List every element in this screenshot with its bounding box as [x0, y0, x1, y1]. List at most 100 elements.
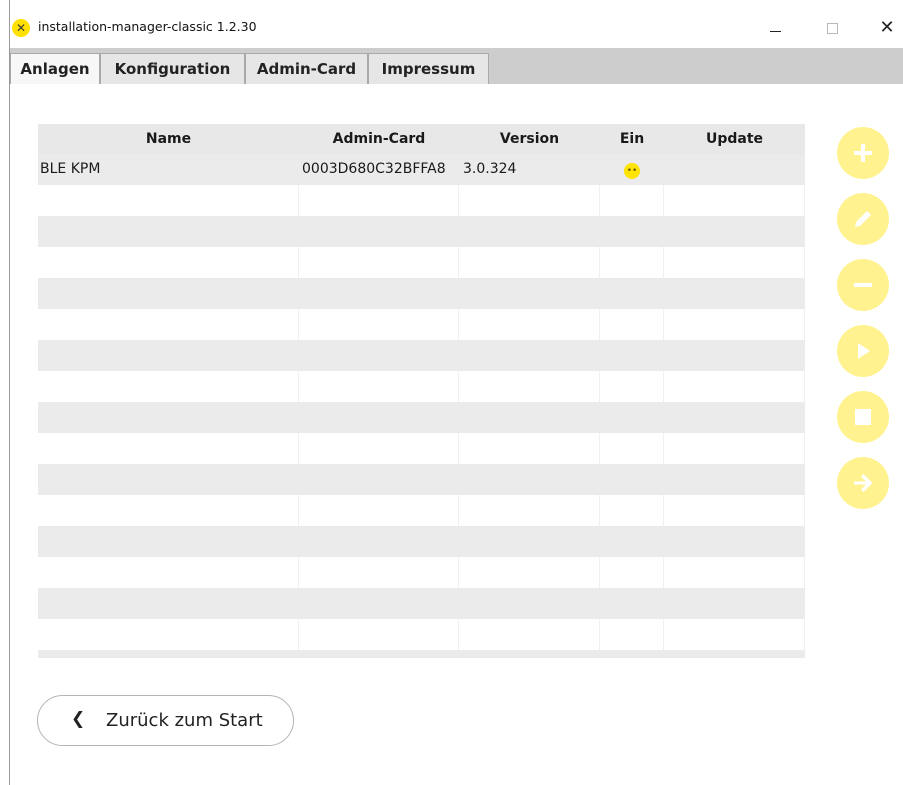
- table-cell-empty: [38, 433, 299, 464]
- minimize-button[interactable]: [754, 14, 798, 42]
- table-cell-empty: [664, 588, 805, 619]
- table-cell-empty: [299, 495, 459, 526]
- table-cell-empty: [459, 402, 600, 433]
- table-cell-empty: [38, 557, 299, 588]
- table-row-empty: [38, 433, 805, 464]
- start-button[interactable]: [837, 325, 889, 377]
- tab-konfiguration[interactable]: Konfiguration: [100, 53, 245, 84]
- table-cell-empty: [600, 650, 664, 658]
- table-cell-empty: [299, 216, 459, 247]
- edit-button[interactable]: [837, 193, 889, 245]
- back-to-start-button[interactable]: ❮ Zurück zum Start: [37, 695, 294, 746]
- table-cell-empty: [600, 433, 664, 464]
- table-cell-empty: [299, 588, 459, 619]
- table-cell-empty: [664, 216, 805, 247]
- table-row[interactable]: BLE KPM 0003D680C32BFFA8 3.0.324 ••: [38, 154, 805, 185]
- arrow-right-icon: [854, 474, 873, 492]
- table-cell-empty: [664, 464, 805, 495]
- cell-ein: ••: [600, 154, 664, 185]
- table-cell-empty: [299, 371, 459, 402]
- chevron-left-icon: ❮: [71, 709, 86, 729]
- stop-icon: [855, 409, 871, 425]
- table-cell-empty: [664, 402, 805, 433]
- table-cell-empty: [38, 619, 299, 650]
- pencil-icon: [855, 211, 871, 227]
- table-cell-empty: [38, 340, 299, 371]
- table-cell-empty: [600, 557, 664, 588]
- action-buttons: [837, 127, 889, 527]
- remove-button[interactable]: [837, 259, 889, 311]
- table-cell-empty: [459, 185, 600, 216]
- table-row-empty: [38, 309, 805, 340]
- table-cell-empty: [459, 340, 600, 371]
- table-cell-empty: [600, 340, 664, 371]
- column-header-version[interactable]: Version: [459, 124, 600, 154]
- table-row-empty: [38, 278, 805, 309]
- table-row-empty: [38, 185, 805, 216]
- table-cell-empty: [600, 402, 664, 433]
- table-cell-empty: [459, 278, 600, 309]
- forward-button[interactable]: [837, 457, 889, 509]
- table-cell-empty: [664, 650, 805, 658]
- table-cell-empty: [664, 526, 805, 557]
- table-cell-empty: [459, 495, 600, 526]
- table-cell-empty: [664, 371, 805, 402]
- column-header-update[interactable]: Update: [664, 124, 805, 154]
- table-cell-empty: [600, 526, 664, 557]
- table-row-empty: [38, 402, 805, 433]
- table-cell-empty: [299, 650, 459, 658]
- table-cell-empty: [38, 402, 299, 433]
- stop-button[interactable]: [837, 391, 889, 443]
- table-cell-empty: [38, 650, 299, 658]
- table-row-empty: [38, 340, 805, 371]
- table-cell-empty: [38, 495, 299, 526]
- maximize-button[interactable]: [810, 14, 854, 42]
- play-icon: [858, 343, 870, 359]
- column-header-ein[interactable]: Ein: [600, 124, 664, 154]
- close-button[interactable]: ✕: [865, 14, 903, 42]
- title-bar: ✕ installation-manager-classic 1.2.30 ✕: [10, 12, 903, 48]
- tab-anlagen[interactable]: Anlagen: [10, 53, 100, 84]
- table-cell-empty: [299, 185, 459, 216]
- add-button[interactable]: [837, 127, 889, 179]
- table-row-empty: [38, 247, 805, 278]
- table-cell-empty: [600, 247, 664, 278]
- table-cell-empty: [459, 309, 600, 340]
- column-header-admin-card[interactable]: Admin-Card: [299, 124, 459, 154]
- table-cell-empty: [38, 185, 299, 216]
- table-row-empty: [38, 464, 805, 495]
- table-cell-empty: [299, 247, 459, 278]
- table-row-empty: [38, 619, 805, 650]
- table-cell-empty: [600, 588, 664, 619]
- table-cell-empty: [664, 495, 805, 526]
- table-cell-empty: [664, 309, 805, 340]
- tab-admin-card[interactable]: Admin-Card: [245, 53, 368, 84]
- tab-bar: Anlagen Konfiguration Admin-Card Impress…: [10, 48, 903, 84]
- tab-impressum[interactable]: Impressum: [368, 53, 489, 84]
- table-cell-empty: [299, 433, 459, 464]
- table-cell-empty: [38, 216, 299, 247]
- table-cell-empty: [299, 402, 459, 433]
- table-cell-empty: [38, 309, 299, 340]
- table-cell-empty: [459, 526, 600, 557]
- table-cell-empty: [38, 371, 299, 402]
- table-cell-empty: [299, 464, 459, 495]
- table-cell-empty: [459, 433, 600, 464]
- table-cell-empty: [600, 371, 664, 402]
- table-header: Name Admin-Card Version Ein Update: [38, 124, 805, 154]
- table-cell-empty: [299, 619, 459, 650]
- table-cell-empty: [459, 588, 600, 619]
- back-button-label: Zurück zum Start: [106, 710, 263, 731]
- table-cell-empty: [299, 557, 459, 588]
- table-row-empty: [38, 588, 805, 619]
- table-row-empty: [38, 557, 805, 588]
- column-header-name[interactable]: Name: [38, 124, 299, 154]
- table-cell-empty: [459, 650, 600, 658]
- table-cell-empty: [299, 526, 459, 557]
- table-cell-empty: [459, 464, 600, 495]
- table-cell-empty: [600, 216, 664, 247]
- table-cell-empty: [459, 247, 600, 278]
- app-logo-icon: ✕: [12, 19, 30, 37]
- table-cell-empty: [664, 340, 805, 371]
- cell-version: 3.0.324: [459, 154, 600, 185]
